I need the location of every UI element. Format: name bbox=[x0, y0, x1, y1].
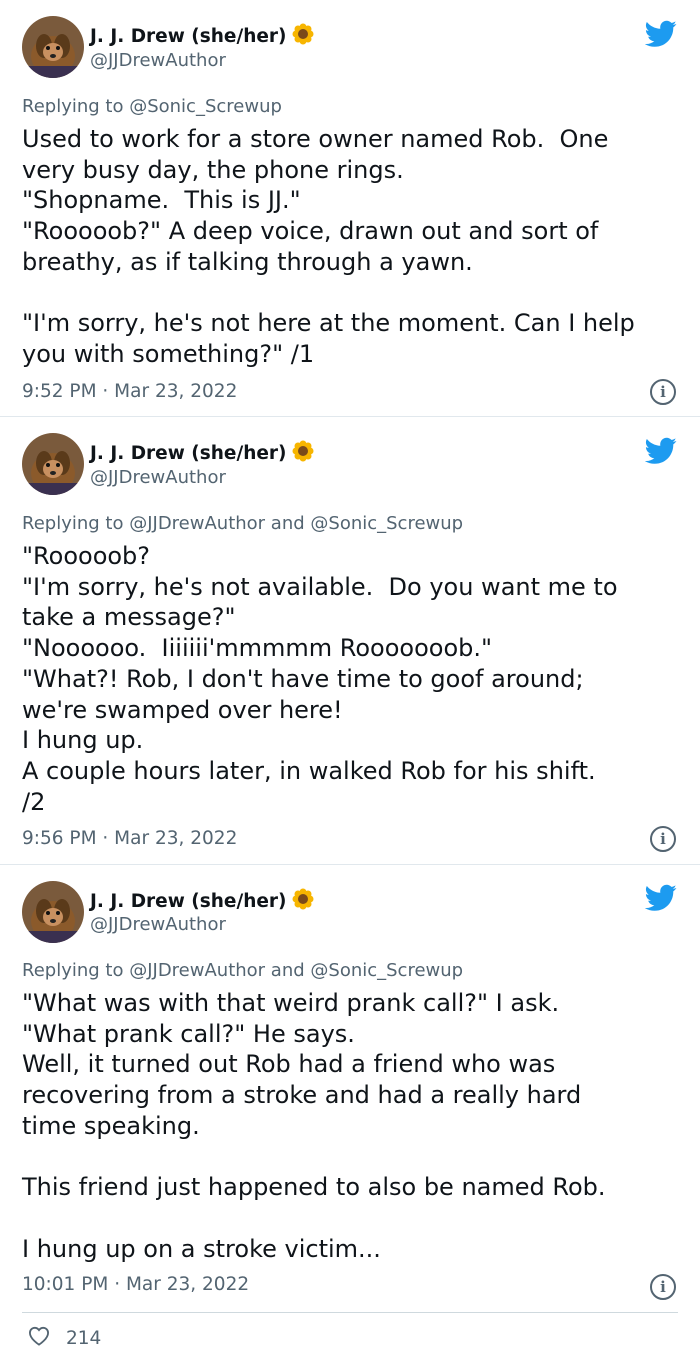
sunflower-icon bbox=[292, 888, 314, 915]
tweet-timestamp[interactable]: 9:56 PM · Mar 23, 2022 bbox=[22, 828, 237, 849]
author-name[interactable]: J. J. Drew (she/her) bbox=[90, 440, 314, 467]
author-name[interactable]: J. J. Drew (she/her) bbox=[90, 23, 314, 50]
info-icon[interactable]: i bbox=[650, 379, 676, 405]
tweet-text: "What was with that weird prank call?" I… bbox=[22, 989, 606, 1263]
author-handle[interactable]: @JJDrewAuthor bbox=[90, 467, 226, 488]
author-name[interactable]: J. J. Drew (she/her) bbox=[90, 888, 314, 915]
reply-prefix: Replying to bbox=[22, 960, 130, 981]
twitter-bird-icon[interactable] bbox=[644, 884, 677, 916]
reply-prefix: Replying to bbox=[22, 96, 130, 117]
heart-icon bbox=[28, 1326, 50, 1351]
reply-mention-link[interactable]: @JJDrewAuthor and @Sonic_Screwup bbox=[129, 513, 463, 534]
reply-mention-link[interactable]: @JJDrewAuthor and @Sonic_Screwup bbox=[129, 960, 463, 981]
tweet-timestamp[interactable]: 9:52 PM · Mar 23, 2022 bbox=[22, 381, 237, 402]
author-name-text: J. J. Drew (she/her) bbox=[90, 26, 287, 47]
reply-context: Replying to @JJDrewAuthor and @Sonic_Scr… bbox=[22, 960, 463, 981]
tweet-timestamp[interactable]: 10:01 PM · Mar 23, 2022 bbox=[22, 1274, 249, 1295]
info-icon[interactable]: i bbox=[650, 1274, 676, 1300]
tweet-text: Used to work for a store owner named Rob… bbox=[22, 125, 635, 368]
like-button[interactable]: 214 bbox=[28, 1326, 101, 1351]
sunflower-icon bbox=[292, 440, 314, 467]
sunflower-icon bbox=[292, 23, 314, 50]
avatar[interactable] bbox=[22, 881, 84, 943]
avatar[interactable] bbox=[22, 433, 84, 495]
author-handle[interactable]: @JJDrewAuthor bbox=[90, 914, 226, 935]
tweet-text: "Rooooob? "I'm sorry, he's not available… bbox=[22, 542, 618, 816]
reply-context: Replying to @Sonic_Screwup bbox=[22, 96, 282, 117]
divider bbox=[0, 864, 700, 865]
info-icon[interactable]: i bbox=[650, 826, 676, 852]
twitter-bird-icon[interactable] bbox=[644, 437, 677, 469]
reply-prefix: Replying to bbox=[22, 513, 130, 534]
avatar[interactable] bbox=[22, 16, 84, 78]
reply-mention-link[interactable]: @Sonic_Screwup bbox=[129, 96, 282, 117]
twitter-bird-icon[interactable] bbox=[644, 20, 677, 52]
author-name-text: J. J. Drew (she/her) bbox=[90, 891, 287, 912]
reply-context: Replying to @JJDrewAuthor and @Sonic_Scr… bbox=[22, 513, 463, 534]
author-handle[interactable]: @JJDrewAuthor bbox=[90, 50, 226, 71]
divider bbox=[22, 1312, 678, 1313]
author-name-text: J. J. Drew (she/her) bbox=[90, 443, 287, 464]
divider bbox=[0, 416, 700, 417]
like-count: 214 bbox=[66, 1328, 102, 1349]
